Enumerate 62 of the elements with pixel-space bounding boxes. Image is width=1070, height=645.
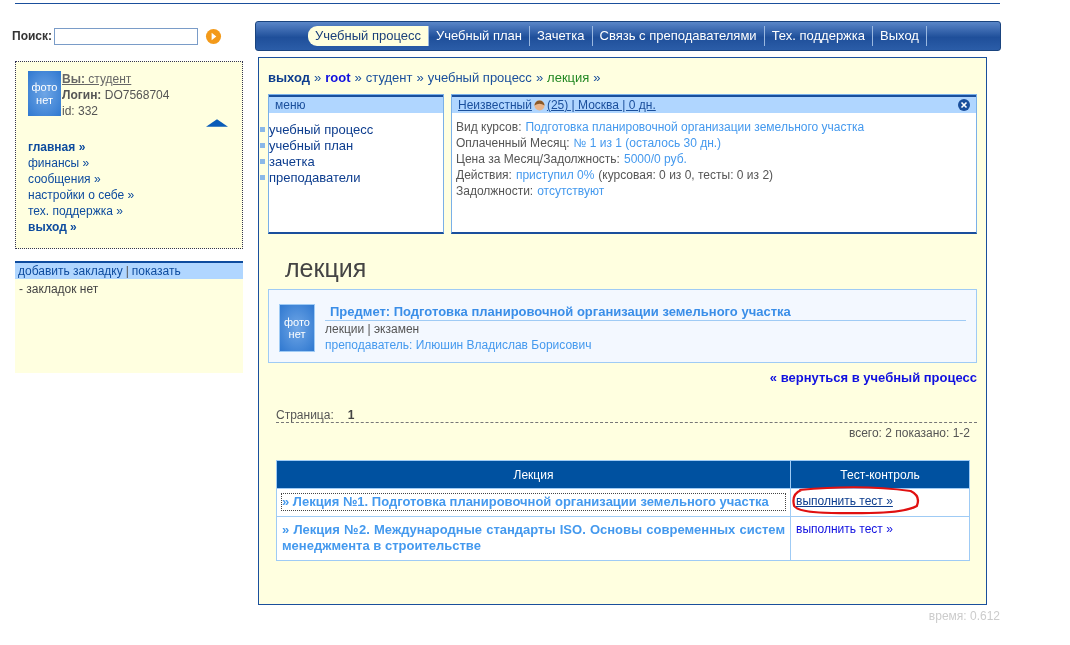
info-label: Оплаченный Месяц: — [456, 135, 570, 151]
info-label: Цена за Месяц/Задолжность: — [456, 151, 620, 167]
sidebar-link[interactable]: настройки о себе » — [28, 187, 135, 203]
nav-tab[interactable]: Связь с преподавателями — [592, 26, 765, 46]
info-label: Действия: — [456, 167, 512, 183]
nav-tab[interactable]: Зачетка — [530, 26, 593, 46]
total-count-text: всего: 2 показано: 1-2 — [848, 426, 970, 442]
breadcrumb-link[interactable]: выход — [268, 69, 311, 85]
user-role-link[interactable]: Вы: студент — [62, 71, 170, 87]
menu-item[interactable]: учебный план — [269, 137, 354, 153]
bookmark-link[interactable]: добавить закладку — [18, 264, 123, 278]
info-note: (курсовая: 0 из 0, тесты: 0 из 2) — [598, 167, 774, 183]
column-header: Лекция — [276, 460, 791, 489]
breadcrumb-link[interactable]: лекция — [547, 69, 590, 85]
page-label: Страница: — [276, 408, 334, 422]
bullet-icon — [260, 174, 265, 180]
login-text: Логин: DO7568704 — [62, 87, 170, 103]
page-number[interactable]: 1 — [347, 408, 355, 422]
breadcrumb-link[interactable]: root — [325, 69, 351, 85]
person-icon — [533, 99, 545, 111]
sidebar-link[interactable]: тех. поддержка » — [28, 203, 123, 219]
bullet-icon — [260, 142, 265, 148]
breadcrumb-link[interactable]: студент — [365, 69, 413, 85]
sidebar-link[interactable]: финансы » — [28, 155, 90, 171]
back-link[interactable]: « вернуться в учебный процесс — [769, 370, 977, 392]
subject-links: лекции | экзамен — [325, 321, 421, 337]
sidebar-link[interactable]: выход » — [28, 219, 77, 235]
sidebar-link[interactable]: главная » — [28, 139, 86, 155]
info-label: Задолжности: — [456, 183, 534, 199]
menu-item[interactable]: учебный процесс — [269, 121, 374, 137]
close-icon[interactable] — [958, 99, 970, 111]
breadcrumb-separator: » — [593, 69, 601, 85]
nav-tab[interactable]: Учебный процесс — [308, 26, 429, 46]
breadcrumb-separator: » — [535, 69, 544, 85]
bullet-icon — [260, 126, 265, 132]
test-link[interactable]: выполнить тест » — [796, 522, 893, 536]
sidebar-link[interactable]: сообщения » — [28, 171, 101, 187]
breadcrumb-separator: » — [314, 69, 322, 85]
student-name-link[interactable]: Неизвестный — [458, 97, 532, 113]
up-arrow-icon[interactable] — [206, 119, 228, 127]
breadcrumb-separator: » — [354, 69, 362, 85]
menu-item[interactable]: преподаватели — [269, 169, 361, 185]
page-heading: лекция — [284, 253, 368, 284]
photo-placeholder-text: фото нет — [283, 315, 311, 341]
breadcrumb-link[interactable]: учебный процесс — [427, 69, 532, 85]
search-field[interactable] — [54, 27, 198, 45]
nav-tab[interactable]: Учебный план — [429, 26, 530, 46]
nav-tab[interactable]: Тех. поддержка — [764, 26, 874, 46]
separator-text: | — [125, 264, 129, 278]
search-label: Поиск: — [12, 29, 52, 43]
photo-placeholder-text: фото нет — [30, 81, 59, 106]
menu-item[interactable]: зачетка — [269, 153, 315, 169]
breadcrumb-separator: » — [416, 69, 424, 85]
bookmarks-empty-text: - закладок нет — [18, 281, 100, 298]
nav-tab[interactable]: Выход — [873, 26, 927, 46]
menu-title: меню — [269, 95, 443, 113]
info-label: Вид курсов: — [456, 119, 522, 135]
bullet-icon — [260, 158, 265, 164]
column-header: Тест-контроль — [790, 460, 970, 489]
user-id: id: 332 — [62, 103, 100, 119]
bookmark-link[interactable]: показать — [131, 264, 181, 278]
student-details-link[interactable]: (25) | Москва | 0 дн. — [546, 97, 656, 113]
